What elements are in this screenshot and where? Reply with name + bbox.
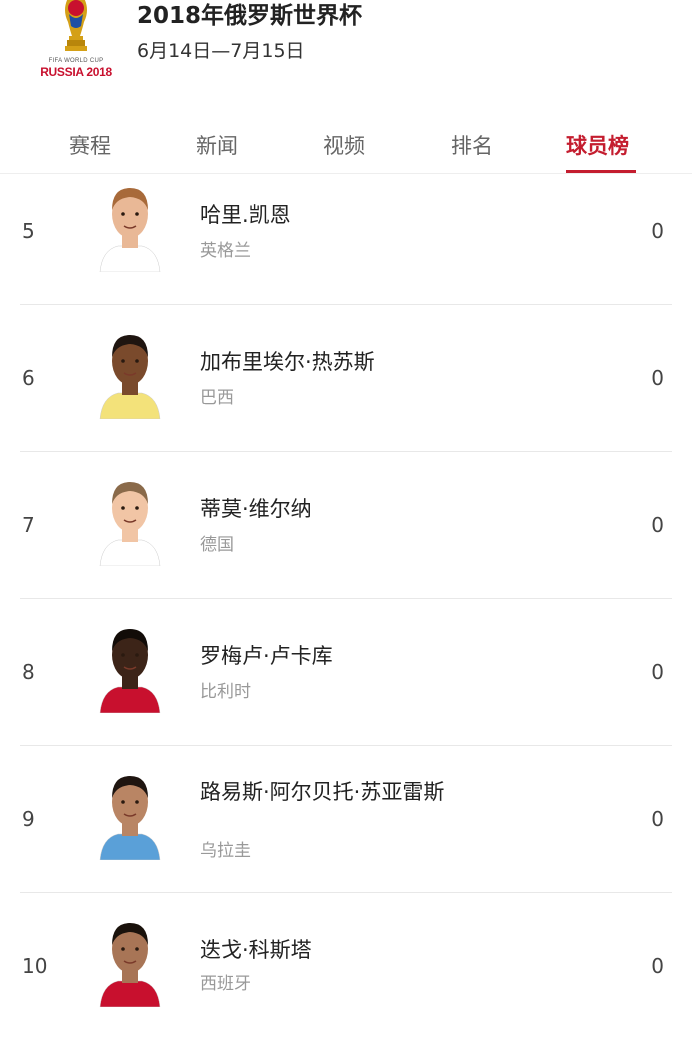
player-row[interactable]: 7 蒂莫·维尔纳 德国 0	[0, 452, 692, 599]
player-row[interactable]: 6 加布里埃尔·热苏斯 巴西 0	[0, 305, 692, 452]
player-team: 英格兰	[200, 241, 251, 261]
player-name: 加布里埃尔·热苏斯	[200, 350, 375, 374]
player-rank: 5	[22, 219, 35, 243]
player-avatar	[99, 335, 161, 419]
world-cup-logo: FIFA WORLD CUP RUSSIA 2018	[30, 0, 122, 82]
page-title: 2018年俄罗斯世界杯	[137, 3, 363, 29]
trophy-icon	[65, 0, 87, 51]
tab-schedule[interactable]: 赛程	[69, 130, 111, 160]
player-rank: 7	[22, 513, 35, 537]
player-avatar	[99, 923, 161, 1007]
tab-player-rankings[interactable]: 球员榜	[566, 130, 629, 160]
player-stat-value: 0	[651, 513, 664, 537]
player-row[interactable]: 10 迭戈·科斯塔 西班牙 0	[0, 893, 692, 1040]
player-name: 蒂莫·维尔纳	[200, 497, 312, 521]
player-team: 西班牙	[200, 974, 251, 994]
player-team: 巴西	[200, 388, 234, 408]
player-avatar	[99, 482, 161, 566]
player-rank: 10	[22, 954, 48, 978]
player-stat-value: 0	[651, 219, 664, 243]
player-name: 哈里.凯恩	[200, 203, 291, 227]
tab-videos[interactable]: 视频	[323, 130, 365, 160]
tournament-dates: 6月14日—7月15日	[137, 40, 305, 62]
player-avatar	[99, 776, 161, 860]
player-row[interactable]: 5 哈里.凯恩 英格兰 0	[0, 158, 692, 305]
player-rank: 8	[22, 660, 35, 684]
player-rank: 9	[22, 807, 35, 831]
logo-title: RUSSIA 2018	[40, 65, 112, 79]
player-stat-value: 0	[651, 807, 664, 831]
player-row[interactable]: 9 路易斯·阿尔贝托·苏亚雷斯 乌拉圭 0	[0, 746, 692, 893]
player-name: 迭戈·科斯塔	[200, 938, 312, 962]
tab-news[interactable]: 新闻	[196, 130, 238, 160]
player-team: 德国	[200, 535, 234, 555]
tab-rankings[interactable]: 排名	[451, 130, 493, 160]
logo-subtitle: FIFA WORLD CUP	[48, 58, 104, 64]
player-avatar	[99, 188, 161, 272]
player-row[interactable]: 8 罗梅卢·卢卡库 比利时 0	[0, 599, 692, 746]
player-avatar	[99, 629, 161, 713]
player-rank: 6	[22, 366, 35, 390]
page-header: FIFA WORLD CUP RUSSIA 2018 2018年俄罗斯世界杯 6…	[0, 0, 692, 110]
player-name: 路易斯·阿尔贝托·苏亚雷斯	[200, 780, 445, 804]
player-stat-value: 0	[651, 366, 664, 390]
player-team: 比利时	[200, 682, 251, 702]
player-stat-value: 0	[651, 954, 664, 978]
player-stat-value: 0	[651, 660, 664, 684]
player-team: 乌拉圭	[200, 841, 251, 861]
player-name: 罗梅卢·卢卡库	[200, 644, 333, 668]
